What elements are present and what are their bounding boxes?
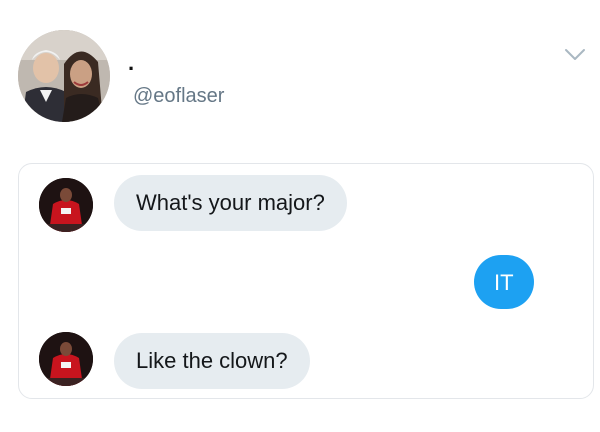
avatar-photo <box>18 30 110 122</box>
sender-avatar-photo <box>39 332 93 386</box>
incoming-message-bubble[interactable]: What's your major? <box>114 175 347 231</box>
incoming-message-bubble[interactable]: Like the clown? <box>114 333 310 389</box>
outgoing-message-bubble[interactable]: IT <box>474 255 534 309</box>
sender-avatar[interactable] <box>39 178 93 232</box>
profile-avatar[interactable] <box>18 30 110 122</box>
chevron-down-icon[interactable] <box>564 48 586 62</box>
user-handle[interactable]: @eoflaser <box>133 86 224 106</box>
sender-avatar-photo <box>39 178 93 232</box>
tweet-header: . @eoflaser <box>0 0 600 140</box>
chat-card: What's your major? IT Like the clown? <box>18 163 594 399</box>
display-name: . <box>128 50 135 75</box>
sender-avatar[interactable] <box>39 332 93 386</box>
